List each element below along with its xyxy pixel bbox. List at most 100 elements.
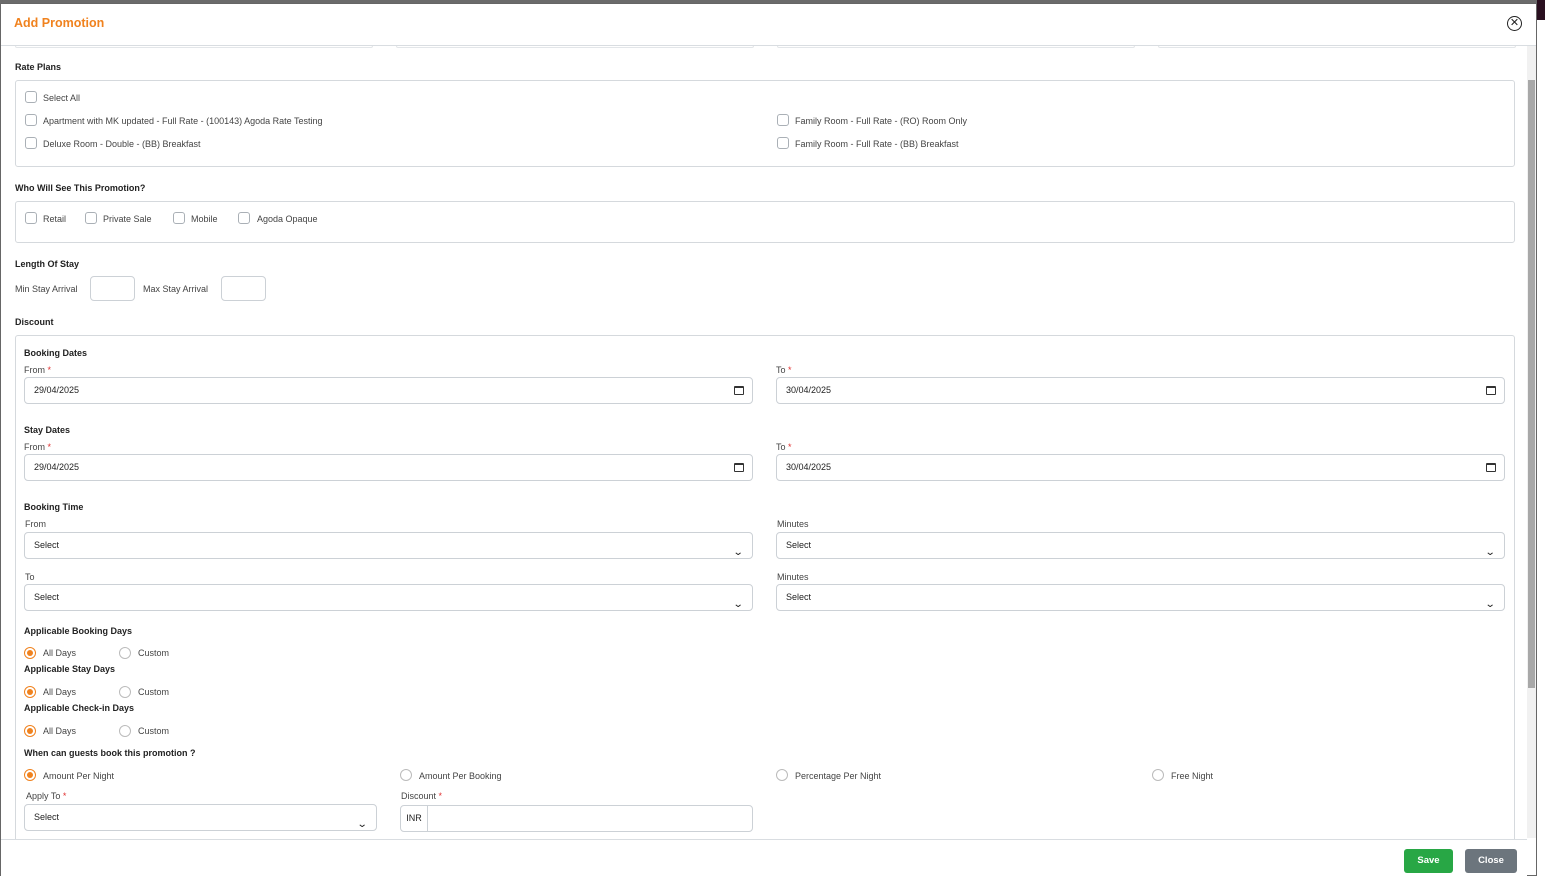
apply-to-label: Apply To * bbox=[26, 791, 66, 801]
checkin-days-heading: Applicable Check-in Days bbox=[24, 703, 135, 713]
radio-label: Amount Per Booking bbox=[419, 771, 502, 781]
calendar-icon[interactable] bbox=[734, 463, 744, 472]
radio-label: All Days bbox=[43, 726, 77, 736]
rate-plan-label: Family Room - Full Rate - (BB) Breakfast bbox=[795, 139, 959, 149]
field-stub bbox=[15, 46, 373, 48]
from-minutes-select[interactable]: Select ⌄ bbox=[776, 532, 1505, 559]
free-night-radio[interactable] bbox=[1152, 769, 1164, 781]
date-value: 30/04/2025 bbox=[786, 385, 832, 395]
backdrop-corner bbox=[1537, 0, 1545, 20]
booking-from-date-input[interactable]: 29/04/2025 bbox=[24, 377, 753, 404]
to-minutes-select[interactable]: Select ⌄ bbox=[776, 584, 1505, 611]
stay-from-date-input[interactable]: 29/04/2025 bbox=[24, 454, 753, 481]
radio-label: All Days bbox=[43, 687, 77, 697]
select-value: Select bbox=[786, 540, 812, 550]
calendar-icon[interactable] bbox=[1486, 463, 1496, 472]
percentage-per-night-radio[interactable] bbox=[776, 769, 788, 781]
radio-label: Percentage Per Night bbox=[795, 771, 882, 781]
footer-divider bbox=[1, 839, 1527, 876]
discount-input-group: INR bbox=[400, 805, 753, 832]
from-minutes-label: Minutes bbox=[777, 519, 809, 529]
radio-label: Custom bbox=[138, 687, 170, 697]
field-stub bbox=[777, 46, 1135, 48]
min-stay-label: Min Stay Arrival bbox=[15, 284, 78, 294]
when-heading: When can guests book this promotion ? bbox=[24, 748, 196, 758]
agoda-opaque-label: Agoda Opaque bbox=[257, 214, 318, 224]
close-button[interactable]: Close bbox=[1465, 849, 1517, 873]
rate-plan-checkbox[interactable] bbox=[777, 114, 789, 126]
field-stub bbox=[396, 46, 754, 48]
booking-to-label: To * bbox=[776, 365, 792, 375]
checkin-days-all-radio[interactable] bbox=[24, 725, 36, 737]
rate-plan-checkbox[interactable] bbox=[777, 137, 789, 149]
stay-to-label: To * bbox=[776, 442, 792, 452]
time-from-select[interactable]: Select ⌄ bbox=[24, 532, 753, 559]
stay-from-label: From * bbox=[24, 442, 51, 452]
select-all-label: Select All bbox=[43, 93, 81, 103]
booking-days-custom-radio[interactable] bbox=[119, 647, 131, 659]
stay-days-custom-radio[interactable] bbox=[119, 686, 131, 698]
label-text: To bbox=[776, 442, 786, 452]
checkin-days-custom-radio[interactable] bbox=[119, 725, 131, 737]
required-mark: * bbox=[47, 365, 52, 375]
select-value: Select bbox=[34, 812, 60, 822]
apply-to-select[interactable]: Select ⌄ bbox=[24, 804, 377, 831]
mobile-label: Mobile bbox=[191, 214, 218, 224]
booking-days-heading: Applicable Booking Days bbox=[24, 626, 133, 636]
required-mark: * bbox=[62, 791, 67, 801]
booking-days-all-radio[interactable] bbox=[24, 647, 36, 659]
visibility-heading: Who Will See This Promotion? bbox=[15, 183, 146, 193]
private-sale-checkbox[interactable] bbox=[85, 212, 97, 224]
radio-label: All Days bbox=[43, 648, 77, 658]
chevron-down-icon: ⌄ bbox=[732, 599, 744, 610]
required-mark: * bbox=[788, 442, 792, 452]
select-value: Select bbox=[786, 592, 812, 602]
select-all-checkbox[interactable] bbox=[25, 91, 37, 103]
label-text: From bbox=[24, 365, 45, 375]
amount-per-booking-radio[interactable] bbox=[400, 769, 412, 781]
stay-days-heading: Applicable Stay Days bbox=[24, 664, 116, 674]
rate-plan-checkbox[interactable] bbox=[25, 137, 37, 149]
stay-days-all-radio[interactable] bbox=[24, 686, 36, 698]
booking-to-date-input[interactable]: 30/04/2025 bbox=[776, 377, 1505, 404]
rate-plan-label: Family Room - Full Rate - (RO) Room Only bbox=[795, 116, 968, 126]
field-stub bbox=[1158, 46, 1516, 48]
chevron-down-icon: ⌄ bbox=[1484, 599, 1496, 610]
required-mark: * bbox=[438, 791, 443, 801]
required-mark: * bbox=[47, 442, 52, 452]
stay-to-date-input[interactable]: 30/04/2025 bbox=[776, 454, 1505, 481]
booking-from-label: From * bbox=[24, 365, 51, 375]
mobile-checkbox[interactable] bbox=[173, 212, 185, 224]
label-text: Apply To bbox=[26, 791, 61, 801]
label-text: From bbox=[24, 442, 45, 452]
required-mark: * bbox=[788, 365, 792, 375]
date-value: 30/04/2025 bbox=[786, 462, 832, 472]
calendar-icon[interactable] bbox=[1486, 386, 1496, 395]
chevron-down-icon: ⌄ bbox=[1484, 547, 1496, 558]
rate-plan-label: Apartment with MK updated - Full Rate - … bbox=[43, 116, 323, 126]
max-stay-input[interactable] bbox=[221, 276, 266, 301]
rate-plan-checkbox[interactable] bbox=[25, 114, 37, 126]
max-stay-label: Max Stay Arrival bbox=[143, 284, 209, 294]
chevron-down-icon: ⌄ bbox=[732, 547, 744, 558]
agoda-opaque-checkbox[interactable] bbox=[238, 212, 250, 224]
min-stay-input[interactable] bbox=[90, 276, 135, 301]
close-icon[interactable]: ✕ bbox=[1507, 16, 1522, 31]
save-button[interactable]: Save bbox=[1404, 849, 1453, 873]
modal-title: Add Promotion bbox=[14, 16, 105, 30]
calendar-icon[interactable] bbox=[734, 386, 744, 395]
label-text: To bbox=[776, 365, 786, 375]
select-value: Select bbox=[34, 592, 60, 602]
rate-plans-heading: Rate Plans bbox=[15, 62, 62, 72]
retail-checkbox[interactable] bbox=[25, 212, 37, 224]
radio-label: Amount Per Night bbox=[43, 771, 115, 781]
time-to-select[interactable]: Select ⌄ bbox=[24, 584, 753, 611]
amount-per-night-radio[interactable] bbox=[24, 769, 36, 781]
date-value: 29/04/2025 bbox=[34, 462, 80, 472]
select-value: Select bbox=[34, 540, 60, 550]
scrollbar-thumb[interactable] bbox=[1528, 80, 1535, 688]
rate-plan-label: Deluxe Room - Double - (BB) Breakfast bbox=[43, 139, 201, 149]
to-minutes-label: Minutes bbox=[777, 572, 809, 582]
discount-heading: Discount bbox=[15, 317, 54, 327]
label-text: Discount bbox=[401, 791, 437, 801]
